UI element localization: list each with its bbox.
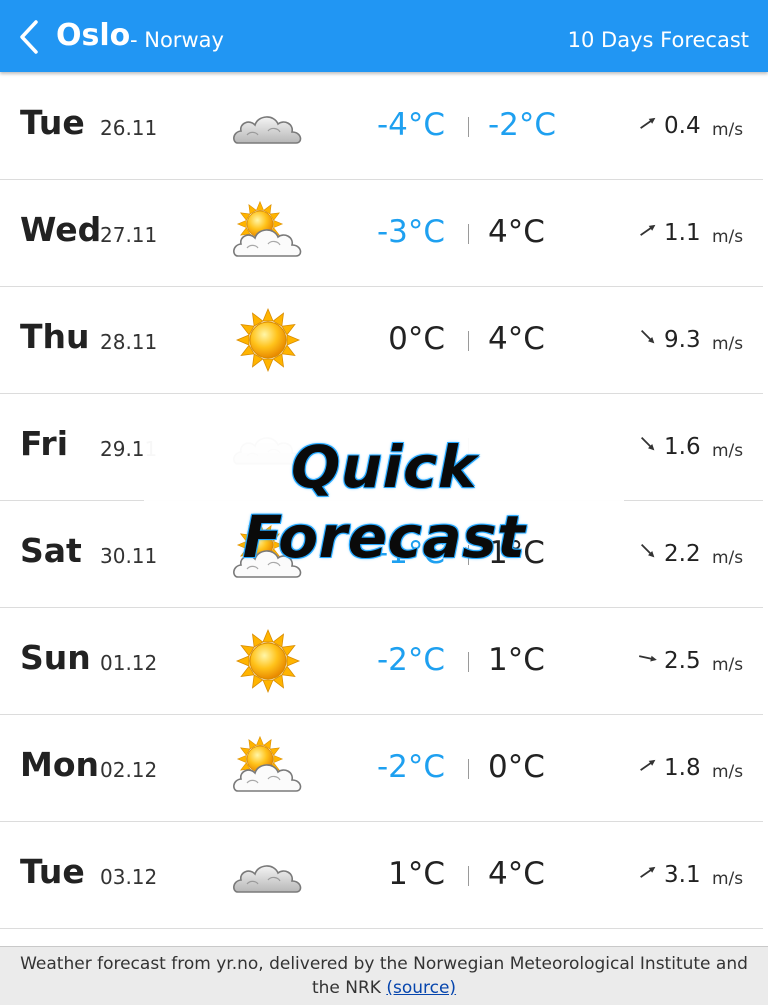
wind-direction-arrow-icon: [639, 655, 657, 662]
footer-text: Weather forecast from yr.no, delivered b…: [20, 954, 748, 998]
chevron-left-icon: [20, 20, 38, 54]
day-name: Sun: [20, 638, 91, 677]
wind-speed: 1.8: [664, 755, 701, 781]
forecast-row: Tue 03.12 1°C 4°C 3.1 m/s: [0, 822, 763, 929]
wind-unit: m/s: [712, 227, 744, 247]
wind-speed: 1.1: [664, 220, 701, 246]
day-name: Fri: [20, 424, 69, 463]
wind-direction-arrow-icon: [640, 866, 656, 878]
max-temperature: 4°C: [488, 321, 545, 357]
forecast-row: Wed 27.11 -3°C 4°C 1.1 m/s: [0, 180, 763, 287]
day-name: Tue: [20, 852, 85, 891]
max-temperature: -2°C: [488, 107, 557, 143]
forecast-row: Thu 28.11 0°C 4°C 9.3 m/s: [0, 287, 763, 394]
day-date: 03.12: [100, 865, 158, 889]
temperature-divider: [468, 866, 469, 886]
temperature-divider: [468, 224, 469, 244]
wind-speed: 1.6: [664, 434, 701, 460]
sun-icon: [230, 307, 306, 373]
min-temperature: -2°C: [376, 749, 445, 785]
max-temperature: 4°C: [488, 856, 545, 892]
footer: Weather forecast from yr.no, delivered b…: [0, 946, 768, 1005]
footer-attribution: Weather forecast from yr.no, delivered b…: [0, 947, 768, 1000]
country-name: - Norway: [130, 28, 224, 52]
wind-direction-arrow-icon: [640, 436, 655, 451]
cloud-icon: [230, 93, 306, 159]
day-date: 02.12: [100, 758, 158, 782]
wind-unit: m/s: [712, 334, 744, 354]
back-button[interactable]: [14, 18, 44, 56]
wind-direction-arrow-icon: [640, 759, 656, 771]
source-link[interactable]: (source): [386, 978, 456, 998]
day-name: Mon: [20, 745, 100, 784]
wind-speed: 2.2: [664, 541, 701, 567]
wind-unit: m/s: [712, 548, 744, 568]
city-name: Oslo: [56, 18, 131, 53]
wind-unit: m/s: [712, 441, 744, 461]
ten-days-forecast-link[interactable]: 10 Days Forecast: [568, 26, 749, 54]
sun-icon: [230, 628, 306, 694]
app-header: Oslo - Norway 10 Days Forecast: [0, 0, 768, 72]
wind-speed: 3.1: [664, 862, 701, 888]
partly-sunny-icon: [230, 735, 306, 801]
min-temperature: -2°C: [376, 642, 445, 678]
day-name: Tue: [20, 103, 85, 142]
wind-speed: 0.4: [664, 113, 701, 139]
wind-unit: m/s: [712, 120, 744, 140]
min-temperature: 1°C: [388, 856, 445, 892]
min-temperature: -4°C: [376, 107, 445, 143]
day-date: 01.12: [100, 651, 158, 675]
forecast-row: Sun 01.12 -2°C 1°C 2.5 m/s: [0, 608, 763, 715]
max-temperature: 0°C: [488, 749, 545, 785]
forecast-row: Mon 02.12 -2°C 0°C 1.8 m/s: [0, 715, 763, 822]
temperature-divider: [468, 652, 469, 672]
temperature-divider: [468, 117, 469, 137]
wind-direction-arrow-icon: [640, 117, 656, 129]
forecast-row: Tue 26.11 -4°C -2°C 0.4 m/s: [0, 73, 763, 180]
day-date: 27.11: [100, 223, 158, 247]
quick-forecast-title: Quick Forecast: [242, 433, 526, 571]
wind-unit: m/s: [712, 762, 744, 782]
day-name: Wed: [20, 210, 102, 249]
temperature-divider: [468, 759, 469, 779]
max-temperature: 1°C: [488, 642, 545, 678]
wind-unit: m/s: [712, 655, 744, 675]
wind-direction-arrow-icon: [640, 224, 656, 236]
partly-sunny-icon: [230, 200, 306, 266]
wind-direction-arrow-icon: [640, 329, 655, 344]
min-temperature: 0°C: [388, 321, 445, 357]
wind-speed: 9.3: [664, 327, 701, 353]
max-temperature: 4°C: [488, 214, 545, 250]
wind-unit: m/s: [712, 869, 744, 889]
day-date: 26.11: [100, 116, 158, 140]
day-date: 28.11: [100, 330, 158, 354]
day-name: Thu: [20, 317, 90, 356]
cloud-icon: [230, 842, 306, 908]
temperature-divider: [468, 331, 469, 351]
day-name: Sat: [20, 531, 82, 570]
min-temperature: -3°C: [376, 214, 445, 250]
wind-direction-arrow-icon: [640, 543, 655, 558]
quick-forecast-banner: Quick Forecast: [144, 432, 624, 571]
wind-speed: 2.5: [664, 648, 701, 674]
